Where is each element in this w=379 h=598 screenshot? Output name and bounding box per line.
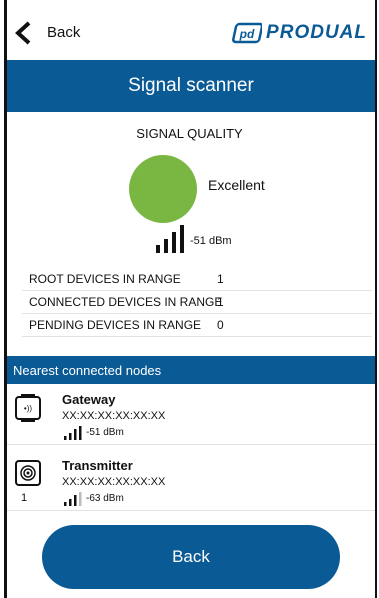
stat-value: 1: [217, 295, 224, 309]
signal-quality-heading: SIGNAL QUALITY: [136, 126, 243, 141]
produal-logo-icon: pd: [232, 22, 263, 44]
logo-text: PRODUAL: [266, 22, 367, 43]
gateway-icon: •)): [15, 394, 41, 422]
back-button-label: Back: [172, 547, 210, 566]
node-dbm: -51 dBm: [86, 427, 124, 438]
node-mac: XX:XX:XX:XX:XX:XX: [62, 410, 166, 422]
node-name: Transmitter: [62, 458, 133, 473]
stat-label: PENDING DEVICES IN RANGE: [29, 318, 202, 332]
screen-edge-right: [375, 0, 377, 598]
signal-strength-icon: [156, 225, 184, 253]
produal-logo: pd PRODUAL: [232, 20, 367, 46]
back-button[interactable]: Back: [42, 525, 340, 589]
nearest-nodes-header: Nearest connected nodes: [7, 356, 375, 384]
stat-value: 1: [217, 272, 224, 286]
page-title: Signal scanner: [128, 75, 254, 96]
node-index: 1: [21, 492, 28, 504]
top-bar: Back pd PRODUAL: [8, 12, 375, 52]
back-chevron-icon[interactable]: [14, 21, 34, 45]
node-name: Gateway: [62, 392, 116, 407]
signal-quality-text: Excellent: [208, 177, 265, 193]
nearest-nodes-title: Nearest connected nodes: [13, 362, 162, 378]
node-mac: XX:XX:XX:XX:XX:XX: [62, 476, 166, 488]
signal-dbm: -51 dBm: [190, 235, 232, 247]
back-link[interactable]: Back: [47, 24, 80, 41]
svg-text:pd: pd: [239, 27, 255, 41]
node-dbm: -63 dBm: [86, 493, 124, 504]
signal-quality-indicator: [129, 155, 197, 223]
page-title-bar: Signal scanner: [7, 60, 375, 112]
svg-text:•)): •)): [24, 404, 32, 413]
node-item-gateway[interactable]: •)) Gateway XX:XX:XX:XX:XX:XX -51 dBm: [7, 386, 375, 445]
stat-label: ROOT DEVICES IN RANGE: [29, 272, 181, 286]
node-signal-icon: [64, 492, 82, 506]
node-item-transmitter[interactable]: 1 Transmitter XX:XX:XX:XX:XX:XX -63 dBm: [7, 452, 375, 511]
stat-row-root: ROOT DEVICES IN RANGE 1: [22, 268, 372, 291]
stat-row-pending: PENDING DEVICES IN RANGE 0: [22, 314, 372, 337]
stat-row-connected: CONNECTED DEVICES IN RANGE 1: [22, 291, 372, 314]
stat-label: CONNECTED DEVICES IN RANGE: [29, 295, 223, 309]
node-signal-icon: [64, 426, 82, 440]
stats-table: ROOT DEVICES IN RANGE 1 CONNECTED DEVICE…: [22, 268, 372, 337]
transmitter-icon: [15, 460, 41, 486]
stat-value: 0: [217, 318, 224, 332]
